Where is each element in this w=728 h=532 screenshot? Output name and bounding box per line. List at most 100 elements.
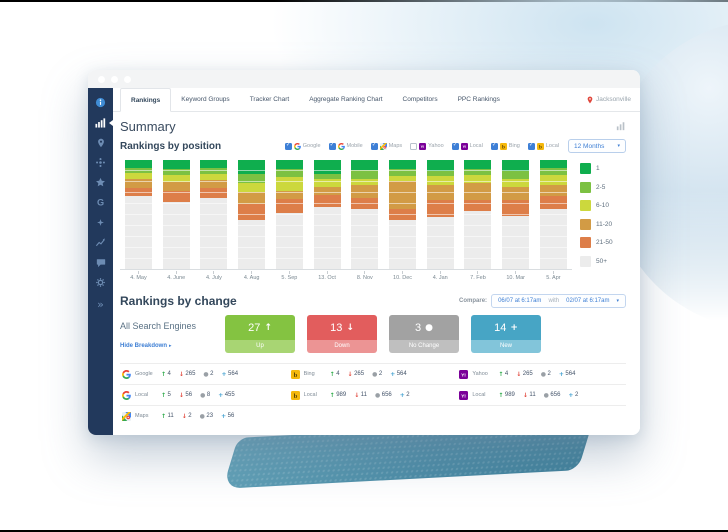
stat-down: ↓2 (182, 413, 192, 420)
stat-up-icon: ↑ (498, 392, 503, 399)
sidebar-item-rankings[interactable] (88, 115, 113, 130)
checkbox-unchecked[interactable] (410, 143, 417, 150)
bar-segment-21-50 (427, 200, 454, 216)
sidebar-item-settings[interactable] (88, 275, 113, 290)
bar-segment-11-20 (540, 185, 567, 196)
stacked-bar-4-aug[interactable] (238, 160, 265, 269)
checkbox-checked[interactable]: ✓ (329, 143, 336, 150)
checkbox-checked[interactable]: ✓ (528, 143, 535, 150)
svg-text:b: b (539, 144, 542, 150)
stat-down-value: 56 (185, 392, 192, 398)
stat-up-icon: ↑ (161, 392, 166, 399)
location-selector[interactable]: Jacksonville (586, 88, 640, 111)
stacked-bar-4-jan[interactable] (427, 160, 454, 269)
bar-segment-11-20 (389, 181, 416, 209)
sidebar-item-expand[interactable]: » (88, 297, 113, 312)
bar-segment-11-20 (276, 191, 303, 200)
stat-up-value: 11 (168, 413, 174, 419)
stat-up-icon: ↑ (161, 413, 166, 420)
stacked-bar-7-feb[interactable] (464, 160, 491, 269)
chart-options-icon[interactable] (616, 121, 626, 131)
badge-value: 13 ↓ (307, 315, 377, 340)
badge-up[interactable]: 27 ↑Up (225, 315, 295, 353)
badge-new[interactable]: 14 +New (471, 315, 541, 353)
tab-competitors[interactable]: Competitors (393, 88, 448, 111)
legend-label: 2-5 (596, 184, 605, 191)
filter-bing-local[interactable]: ✓ b Local (528, 143, 559, 150)
x-axis-label: 4. June (163, 271, 190, 281)
window-dot[interactable] (111, 76, 118, 83)
filter-label: Local (546, 143, 559, 149)
stacked-bar-4-may[interactable] (125, 160, 152, 269)
window-dot[interactable] (124, 76, 131, 83)
stat-same: ●23 (200, 413, 213, 420)
stat-same-icon: ● (544, 392, 549, 399)
stat-new-icon: + (400, 392, 405, 399)
compare-dates-dropdown[interactable]: 06/07 at 6:17am with 02/07 at 6:17am ▾ (491, 294, 626, 308)
badge-down[interactable]: 13 ↓Down (307, 315, 377, 353)
checkbox-checked[interactable]: ✓ (491, 143, 498, 150)
checkbox-checked[interactable]: ✓ (371, 143, 378, 150)
tab-rankings[interactable]: Rankings (120, 88, 171, 112)
stat-down: ↓265 (348, 371, 365, 378)
stat-new-icon: + (568, 392, 573, 399)
stat-new: +564 (222, 371, 239, 378)
chat-bubble-icon (96, 258, 106, 268)
sidebar-item-location[interactable] (88, 135, 113, 150)
stacked-bar-5-apr[interactable] (540, 160, 567, 269)
stacked-bar-5-sep[interactable] (276, 160, 303, 269)
stat-down: ↓11 (523, 392, 536, 399)
filter-label: Bing (509, 143, 520, 149)
sidebar-item-google[interactable]: G (88, 195, 113, 210)
stat-down-value: 265 (185, 371, 195, 377)
stacked-bar-4-june[interactable] (163, 160, 190, 269)
filter-google-google[interactable]: ✓Google (285, 143, 321, 150)
stacked-bar-10-dec[interactable] (389, 160, 416, 269)
tab-aggregate-ranking-chart[interactable]: Aggregate Ranking Chart (299, 88, 392, 111)
x-axis-label: 10. Mar (502, 271, 529, 281)
stacked-bar-13-oct[interactable] (314, 160, 341, 269)
filter-maps-maps[interactable]: ✓Maps (371, 143, 402, 150)
stat-down: ↓11 (354, 392, 367, 399)
hide-breakdown-link[interactable]: Hide Breakdown ▸ (120, 343, 225, 349)
stacked-bar-4-july[interactable] (200, 160, 227, 269)
filter-google-mobile[interactable]: ✓Mobile (329, 143, 363, 150)
stat-down: ↓56 (179, 392, 192, 399)
badge-label: No Change (389, 340, 459, 353)
stat-new: +56 (221, 413, 234, 420)
checkbox-checked[interactable]: ✓ (452, 143, 459, 150)
sidebar-item-star[interactable] (88, 175, 113, 190)
bing-icon: b (500, 143, 507, 150)
filter-yahoo-yahoo[interactable]: Y!Yahoo (410, 143, 444, 150)
bar-segment-21-50 (464, 200, 491, 211)
window-dot[interactable] (98, 76, 105, 83)
sidebar-item-keywords[interactable] (88, 155, 113, 170)
sidebar-item-comments[interactable] (88, 255, 113, 270)
yahoo-icon: Y! (459, 391, 468, 400)
bar-segment-1 (427, 160, 454, 171)
checkbox-checked[interactable]: ✓ (285, 143, 292, 150)
tab-ppc-rankings[interactable]: PPC Rankings (448, 88, 510, 111)
sidebar-item-trend[interactable] (88, 235, 113, 250)
stat-up-icon: ↑ (330, 371, 335, 378)
filter-bing-bing[interactable]: ✓bBing (491, 143, 520, 150)
sidebar-item-spark[interactable] (88, 215, 113, 230)
breakdown-table: Google↑4↓265●2+564bBing↑4↓265●2+564Y!Yah… (120, 363, 626, 426)
section-title-rankings-by-change: Rankings by change (120, 294, 237, 308)
filter-yahoo-local[interactable]: ✓Y!Local (452, 143, 483, 150)
sidebar-item-info[interactable] (88, 95, 113, 110)
bing-icon: b (291, 391, 300, 400)
stat-same-icon: ● (200, 413, 205, 420)
legend-swatch (580, 237, 591, 248)
tab-tracker-chart[interactable]: Tracker Chart (240, 88, 300, 111)
stat-up: ↑4 (330, 371, 340, 378)
app-sidebar: G» (88, 88, 113, 435)
badge-no-change[interactable]: 3 ●No Change (389, 315, 459, 353)
date-range-dropdown[interactable]: 12 Months ▾ (568, 139, 626, 153)
stacked-bar-8-nov[interactable] (351, 160, 378, 269)
badge-symbol-icon: ↓ (346, 323, 354, 333)
legend-item-50+: 50+ (580, 256, 626, 267)
tab-keyword-groups[interactable]: Keyword Groups (171, 88, 239, 111)
google-g-icon: G (95, 197, 106, 208)
stacked-bar-10-mar[interactable] (502, 160, 529, 269)
